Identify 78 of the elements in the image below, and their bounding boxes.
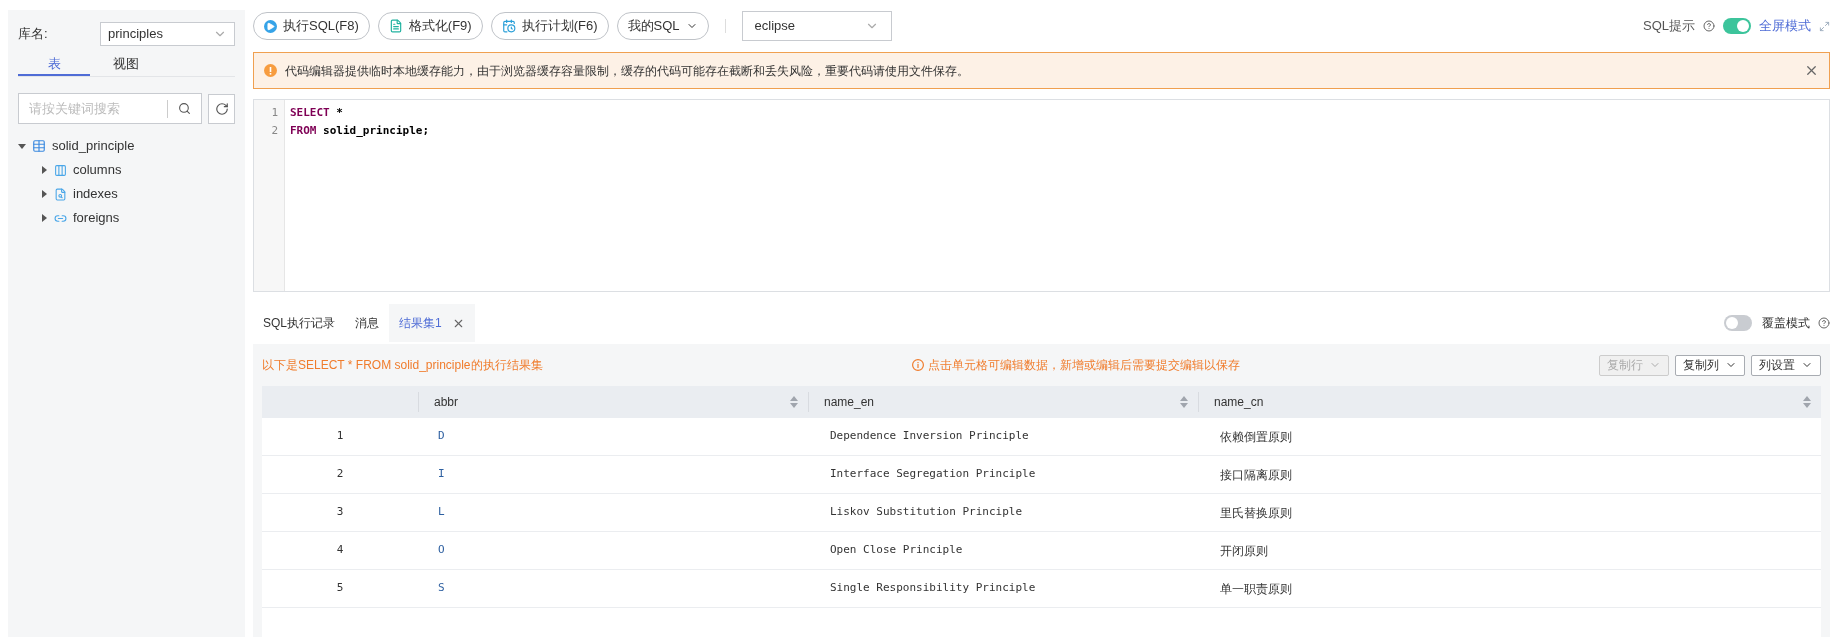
refresh-button[interactable] xyxy=(208,93,235,124)
tree-item[interactable]: foreigns xyxy=(73,208,120,228)
table-cell[interactable]: D xyxy=(418,428,808,445)
search-box[interactable]: 请按关键词搜索 xyxy=(18,93,202,124)
row-number: 2 xyxy=(335,466,345,483)
toggle-switch[interactable] xyxy=(1724,315,1752,331)
line-number: 1 xyxy=(270,105,279,121)
warning-text: 代码编辑器提供临时本地缓存能力，由于浏览器缓存容量限制，缓存的代码可能存在截断和丢失风险，重要代码请使用文件保存。 xyxy=(285,62,970,80)
result-tab[interactable]: 结果集1 xyxy=(389,304,475,342)
tab[interactable]: 视图 xyxy=(90,54,162,76)
column-header[interactable]: name_cn xyxy=(1214,393,1264,411)
dropdown-button[interactable]: 列设置 xyxy=(1751,354,1821,376)
toolbar-button[interactable]: 执行计划(F6) xyxy=(490,12,609,40)
table-cell[interactable]: O xyxy=(418,542,808,559)
sort-icon[interactable] xyxy=(1803,395,1811,409)
table-icon xyxy=(32,139,46,153)
table-cell[interactable]: S xyxy=(418,580,808,597)
fullscreen-link[interactable]: 全屏模式 xyxy=(1759,16,1811,36)
table-cell[interactable]: Open Close Principle xyxy=(808,542,1198,559)
overwrite-mode-label: 覆盖模式 xyxy=(1762,315,1810,332)
table-cell[interactable]: Interface Segregation Principle xyxy=(808,466,1198,483)
info-icon xyxy=(912,359,924,371)
table-cell[interactable]: 单一职责原则 xyxy=(1198,579,1821,598)
result-tab[interactable]: 消息 xyxy=(345,304,389,342)
help-icon[interactable] xyxy=(1818,317,1830,329)
code-line: FROM solid_principle; xyxy=(290,123,430,139)
table-cell[interactable]: Liskov Substitution Principle xyxy=(808,504,1198,521)
document-icon xyxy=(388,19,403,33)
refresh-icon xyxy=(214,101,229,116)
theme-select[interactable]: eclipse xyxy=(741,11,892,41)
tree-item[interactable]: indexes xyxy=(73,184,118,204)
search-field[interactable]: 请按关键词搜索 xyxy=(19,98,167,119)
play-icon xyxy=(264,19,277,33)
table-cell[interactable]: 开闭原则 xyxy=(1198,541,1821,560)
toolbar-button[interactable]: 执行SQL(F8) xyxy=(253,12,370,40)
close-icon[interactable] xyxy=(1804,63,1819,78)
result-tab[interactable]: SQL执行记录 xyxy=(253,304,345,342)
warning-icon xyxy=(264,64,277,77)
sort-icon[interactable] xyxy=(790,395,798,409)
row-number: 4 xyxy=(335,542,345,559)
edit-notice: 点击单元格可编辑数据，新增或编辑后需要提交编辑以保存 xyxy=(912,356,1240,374)
toolbar-button[interactable]: 格式化(F9) xyxy=(377,12,483,40)
table-cell[interactable]: 依赖倒置原则 xyxy=(1198,427,1821,446)
expand-caret-icon[interactable] xyxy=(40,190,48,198)
row-number: 5 xyxy=(335,580,345,597)
table-cell[interactable]: 里氏替换原则 xyxy=(1198,503,1821,522)
tree-item[interactable]: solid_principle xyxy=(52,136,135,156)
expand-caret-icon[interactable] xyxy=(40,166,48,174)
sort-icon[interactable] xyxy=(1180,395,1188,409)
menu-button[interactable]: 我的SQL xyxy=(616,12,709,40)
calendar-icon xyxy=(501,19,516,33)
columns-icon xyxy=(54,163,67,177)
column-header[interactable]: abbr xyxy=(434,393,459,411)
sql-hint-label: SQL提示 xyxy=(1643,17,1695,36)
code-editor[interactable]: 1 2 SELECT * FROM solid_principle; xyxy=(253,99,1830,292)
code-line: SELECT * xyxy=(290,105,344,121)
database-label: 库名: xyxy=(18,25,48,44)
table-cell[interactable]: Dependence Inversion Principle xyxy=(808,428,1198,445)
table-cell[interactable]: L xyxy=(418,504,808,521)
toggle-switch[interactable] xyxy=(1723,18,1751,34)
row-number: 3 xyxy=(335,504,345,521)
expand-caret-icon[interactable] xyxy=(18,142,26,150)
expand-icon[interactable] xyxy=(1819,20,1830,32)
tree-item[interactable]: columns xyxy=(73,160,122,180)
index-icon xyxy=(54,187,67,201)
result-caption: 以下是SELECT * FROM solid_principle的执行结果集 xyxy=(262,357,544,374)
tab[interactable]: 表 xyxy=(18,54,90,76)
table-cell[interactable]: 接口隔离原则 xyxy=(1198,465,1821,484)
expand-caret-icon[interactable] xyxy=(40,214,48,222)
help-icon[interactable] xyxy=(1703,20,1715,32)
line-number: 2 xyxy=(270,123,279,139)
table-cell[interactable]: Single Responsibility Principle xyxy=(808,580,1198,597)
search-icon[interactable] xyxy=(178,102,191,115)
row-number: 1 xyxy=(335,428,345,445)
column-header[interactable]: name_en xyxy=(824,393,875,411)
table-cell[interactable]: I xyxy=(418,466,808,483)
dropdown-button[interactable]: 复制列 xyxy=(1675,354,1745,376)
database-select[interactable]: principles xyxy=(100,22,235,46)
